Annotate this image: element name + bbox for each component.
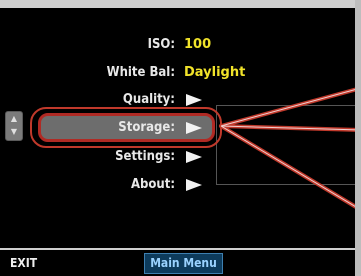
callout-leader-lines xyxy=(219,86,361,212)
bezel-right xyxy=(355,0,361,276)
exit-button[interactable]: EXIT xyxy=(10,256,37,270)
menu-title: Main Menu xyxy=(144,253,223,274)
camera-lcd-screen: ▲ ▼ ISO: 100 White Bal: Daylight Quality… xyxy=(0,0,361,276)
